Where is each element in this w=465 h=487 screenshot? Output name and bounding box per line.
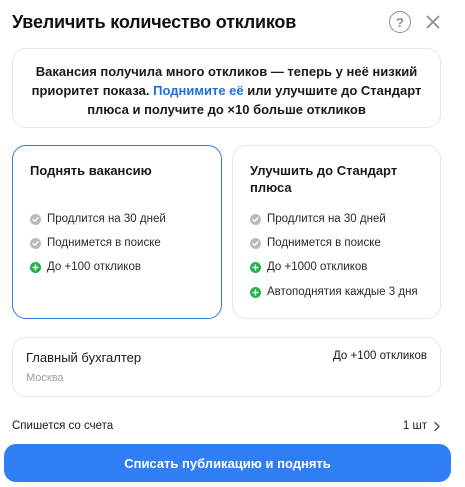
notice-raise-link[interactable]: Поднимите её <box>153 83 244 98</box>
feature-item: До +100 откликов <box>30 261 141 273</box>
vacancy-title: Главный бухгалтер <box>26 350 142 365</box>
chevron-right-icon <box>433 421 441 435</box>
check-icon <box>30 213 41 225</box>
check-icon <box>250 213 261 225</box>
vacancy-card: Главный бухгалтер Москва До +100 отклико… <box>12 337 441 397</box>
feature-item: Автоподнятия каждые 3 дня <box>250 286 418 298</box>
feature-text: Поднимется в поиске <box>267 237 381 249</box>
submit-button[interactable]: Списать публикацию и поднять <box>4 444 451 482</box>
plus-icon <box>250 286 261 298</box>
feature-text: Поднимется в поиске <box>47 237 161 249</box>
option-title: Поднять вакансию <box>30 163 152 178</box>
plus-icon <box>250 261 261 273</box>
option-card-raise[interactable]: Поднять вакансию Продлится на 30 дней По… <box>12 145 222 319</box>
feature-item: Поднимется в поиске <box>30 237 161 249</box>
charge-row[interactable]: Спишется со счета 1 шт <box>12 420 441 436</box>
dialog-header: Увеличить количество откликов ? <box>12 10 453 36</box>
option-card-upgrade[interactable]: Улучшить до Стандарт плюса Продлится на … <box>232 145 441 319</box>
help-icon[interactable]: ? <box>389 11 411 33</box>
charge-count: 1 шт <box>402 420 427 432</box>
feature-text: До +100 откликов <box>47 261 141 273</box>
dialog: Увеличить количество откликов ? Вакансия… <box>0 0 465 487</box>
feature-text: Продлится на 30 дней <box>267 213 386 225</box>
plus-icon <box>30 261 41 273</box>
feature-text: Продлится на 30 дней <box>47 213 166 225</box>
vacancy-city: Москва <box>26 372 64 384</box>
feature-item: До +1000 откликов <box>250 261 367 273</box>
option-title: Улучшить до Стандарт плюса <box>250 163 398 195</box>
feature-text: Автоподнятия каждые 3 дня <box>267 286 418 298</box>
notice-box: Вакансия получила много откликов — тепер… <box>12 48 441 128</box>
dialog-title: Увеличить количество откликов <box>12 12 297 32</box>
feature-item: Поднимется в поиске <box>250 237 381 249</box>
vacancy-responses: До +100 откликов <box>333 350 427 362</box>
feature-item: Продлится на 30 дней <box>250 213 386 225</box>
check-icon <box>30 237 41 249</box>
charge-label: Спишется со счета <box>12 420 114 432</box>
check-icon <box>250 237 261 249</box>
close-icon-glyph <box>426 15 440 29</box>
feature-text: До +1000 откликов <box>267 261 368 273</box>
feature-item: Продлится на 30 дней <box>30 213 166 225</box>
close-icon[interactable] <box>422 11 444 33</box>
